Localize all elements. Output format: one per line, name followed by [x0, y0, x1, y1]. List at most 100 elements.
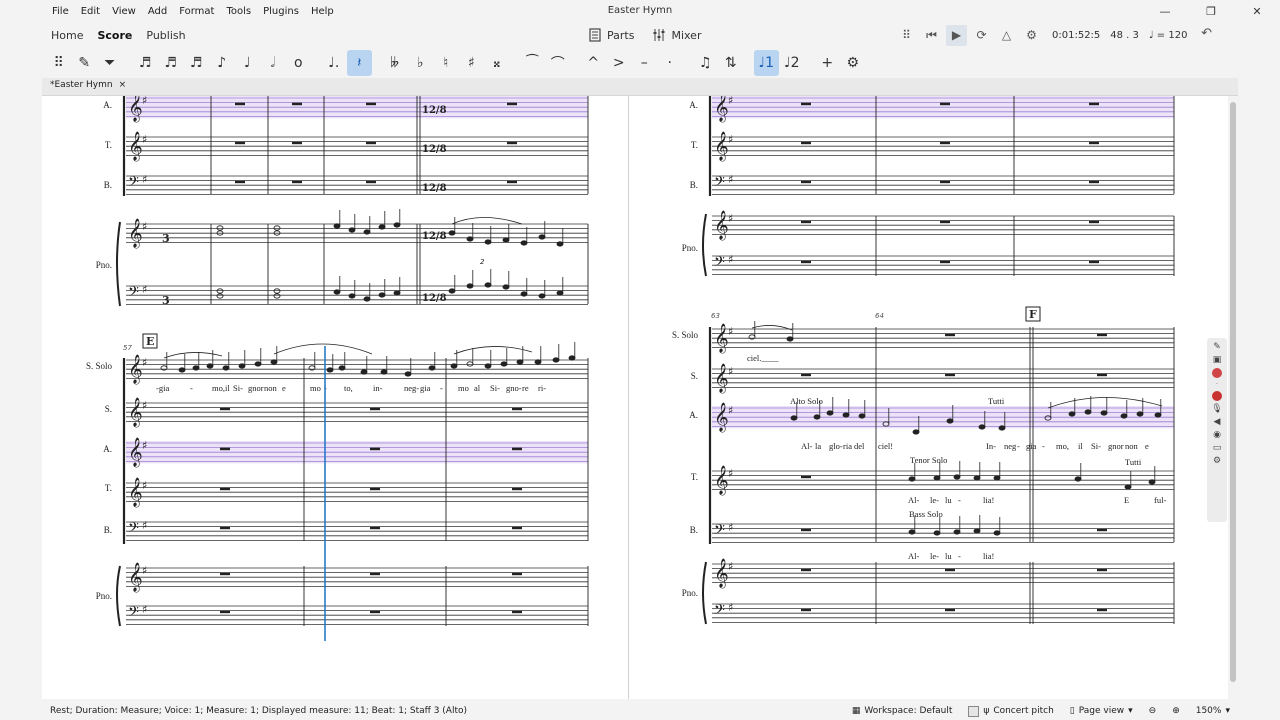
concert-pitch-toggle[interactable]: ψ Concert pitch: [968, 705, 1054, 717]
double-flat-icon[interactable]: 𝄫: [382, 50, 408, 76]
sharp-icon[interactable]: ♯: [459, 50, 485, 76]
page-view-selector[interactable]: ▯ Page view ▾: [1070, 706, 1133, 716]
zoom-in-button[interactable]: ⊕: [1172, 706, 1180, 716]
playback-tempo[interactable]: ♩ = 120: [1149, 30, 1188, 41]
close-window-button[interactable]: ✕: [1234, 0, 1280, 22]
vertical-scrollbar[interactable]: [1228, 96, 1238, 699]
document-tab[interactable]: *Easter Hymn ×: [50, 80, 126, 90]
left-sys2-clef-5: 𝄞: [128, 562, 143, 592]
right-sys2-clef-1-key-sharp: ♯: [728, 365, 733, 378]
undo-icon[interactable]: ↶: [1201, 26, 1212, 41]
staccato-icon[interactable]: ·: [657, 50, 683, 76]
loop-icon[interactable]: ⟳: [971, 25, 992, 46]
tuplet-icon[interactable]: ♫: [693, 50, 719, 76]
eighth-note-icon[interactable]: ♪: [209, 50, 235, 76]
thirty-second-note-icon[interactable]: ♬: [158, 50, 184, 76]
accent-icon[interactable]: >: [606, 50, 632, 76]
pause-icon[interactable]: [1212, 391, 1222, 401]
mixer-button[interactable]: Mixer: [652, 28, 701, 42]
flip-direction-icon[interactable]: ⇅: [718, 50, 744, 76]
right-sys1-label-0: A.: [689, 100, 698, 110]
zoom-out-button[interactable]: ⊖: [1149, 706, 1157, 716]
note-input-pencil-icon[interactable]: ✎: [72, 50, 98, 76]
drag-handle-icon[interactable]: ⠿: [896, 25, 917, 46]
tenuto-icon[interactable]: –: [632, 50, 658, 76]
left-sys2-clef-5-key-sharp: ♯: [142, 564, 147, 577]
left-sys2-rest-9: [220, 526, 230, 530]
scrollbar-thumb[interactable]: [1230, 102, 1236, 682]
zoom-label: 150%: [1195, 706, 1222, 716]
left-pno-note-8: [378, 292, 386, 298]
close-tab-icon[interactable]: ×: [119, 80, 127, 90]
sixty-fourth-note-icon[interactable]: ♬: [133, 50, 159, 76]
quarter-note-icon[interactable]: ♩: [235, 50, 261, 76]
left-sys2-label-2: A.: [103, 444, 112, 454]
rest-icon[interactable]: 𝄽: [346, 50, 372, 76]
speaker-icon[interactable]: ◀: [1214, 417, 1221, 427]
sixteenth-note-icon[interactable]: ♬: [184, 50, 210, 76]
recorder-pen-icon[interactable]: ✎: [1213, 342, 1221, 352]
solo-note-19: [516, 359, 524, 365]
double-sharp-icon[interactable]: 𝄪: [484, 50, 510, 76]
alto-lyric-4: del: [854, 441, 865, 451]
alto-lyric-8: -: [1017, 441, 1020, 451]
augmentation-dot-icon[interactable]: ♩.: [321, 50, 347, 76]
solo-note-22: [568, 355, 576, 361]
menu-file[interactable]: File: [46, 6, 75, 17]
score-canvas[interactable]: 𝄞 ♯ A. 𝄞 ♯ T. 𝄢 ♯ B. 𝄞 ♯ 𝄢 ♯ Pno. 12/8 12/8 12/8 12/8 12/8…: [42, 96, 1228, 699]
slur-icon[interactable]: ⌒: [545, 50, 571, 76]
window-icon[interactable]: ▭: [1213, 443, 1222, 453]
toolbar-drag-icon[interactable]: ⠿: [46, 50, 72, 76]
voice-1-icon[interactable]: ♩1: [753, 50, 779, 76]
add-icon[interactable]: +: [815, 50, 841, 76]
tab-publish[interactable]: Publish: [139, 22, 192, 48]
tab-score[interactable]: Score: [90, 22, 139, 48]
marcato-icon[interactable]: ^: [581, 50, 607, 76]
solo-note-12: [380, 369, 388, 375]
menu-tools[interactable]: Tools: [220, 6, 257, 17]
right-sys2-rest-7: [801, 568, 811, 572]
zoom-level[interactable]: 150% ▾: [1196, 706, 1230, 716]
play-icon[interactable]: ▶: [946, 24, 967, 46]
natural-icon[interactable]: ♮: [433, 50, 459, 76]
customize-toolbar-icon[interactable]: ⚙: [840, 50, 866, 76]
right-sys2-rest-4: [1097, 373, 1107, 377]
score-view[interactable]: 𝄞 ♯A.𝄞 ♯T.𝄢 ♯B.𝄞 ♯𝄢 ♯Pno.12/812/812/812/812/8…: [42, 96, 1228, 699]
bass-lyric-1: le-: [930, 551, 939, 561]
solo-lyric-14: mo: [458, 383, 469, 393]
concert-pitch-checkbox[interactable]: [968, 705, 980, 717]
menu-help[interactable]: Help: [305, 6, 340, 17]
recorder-settings-icon[interactable]: ⚙: [1213, 456, 1221, 466]
record-icon[interactable]: [1212, 368, 1222, 378]
parts-button[interactable]: Parts: [588, 28, 634, 42]
tab-home[interactable]: Home: [44, 22, 90, 48]
rewind-icon[interactable]: ⏮: [921, 25, 942, 46]
solo-lyric-15: al: [474, 383, 481, 393]
minimize-button[interactable]: —: [1142, 0, 1188, 22]
right-sys2-rest-10: [801, 608, 811, 612]
half-note-icon[interactable]: 𝅗𝅥: [260, 50, 286, 76]
webcam-icon[interactable]: ◉: [1213, 430, 1221, 440]
tie-icon[interactable]: ⁀: [520, 50, 546, 76]
menu-add[interactable]: Add: [142, 6, 173, 17]
metronome-icon[interactable]: △: [996, 25, 1017, 46]
recorder-camera-icon[interactable]: ▣: [1213, 355, 1222, 365]
left-pno-m5-note-0: [448, 230, 456, 236]
tenor-lyric-5: E: [1124, 495, 1129, 505]
chevron-down-icon: ▾: [1128, 706, 1133, 716]
maximize-button[interactable]: ❐: [1188, 0, 1234, 22]
left-sys2-rest-15: [220, 610, 230, 614]
flat-icon[interactable]: ♭: [408, 50, 434, 76]
microphone-icon[interactable]: 🎙: [1211, 404, 1222, 414]
menu-format[interactable]: Format: [173, 6, 220, 17]
input-mode-icon[interactable]: ⏷: [97, 50, 123, 76]
workspace-selector[interactable]: ▦ Workspace: Default: [852, 706, 953, 716]
tenor-note-5: [1074, 476, 1082, 482]
menu-plugins[interactable]: Plugins: [257, 6, 305, 17]
voice-2-icon[interactable]: ♩2: [779, 50, 805, 76]
menu-view[interactable]: View: [106, 6, 142, 17]
menu-edit[interactable]: Edit: [75, 6, 106, 17]
whole-note-icon[interactable]: o: [286, 50, 312, 76]
playback-settings-icon[interactable]: ⚙: [1021, 25, 1042, 46]
solo-lyric-17: gno-: [506, 383, 522, 393]
